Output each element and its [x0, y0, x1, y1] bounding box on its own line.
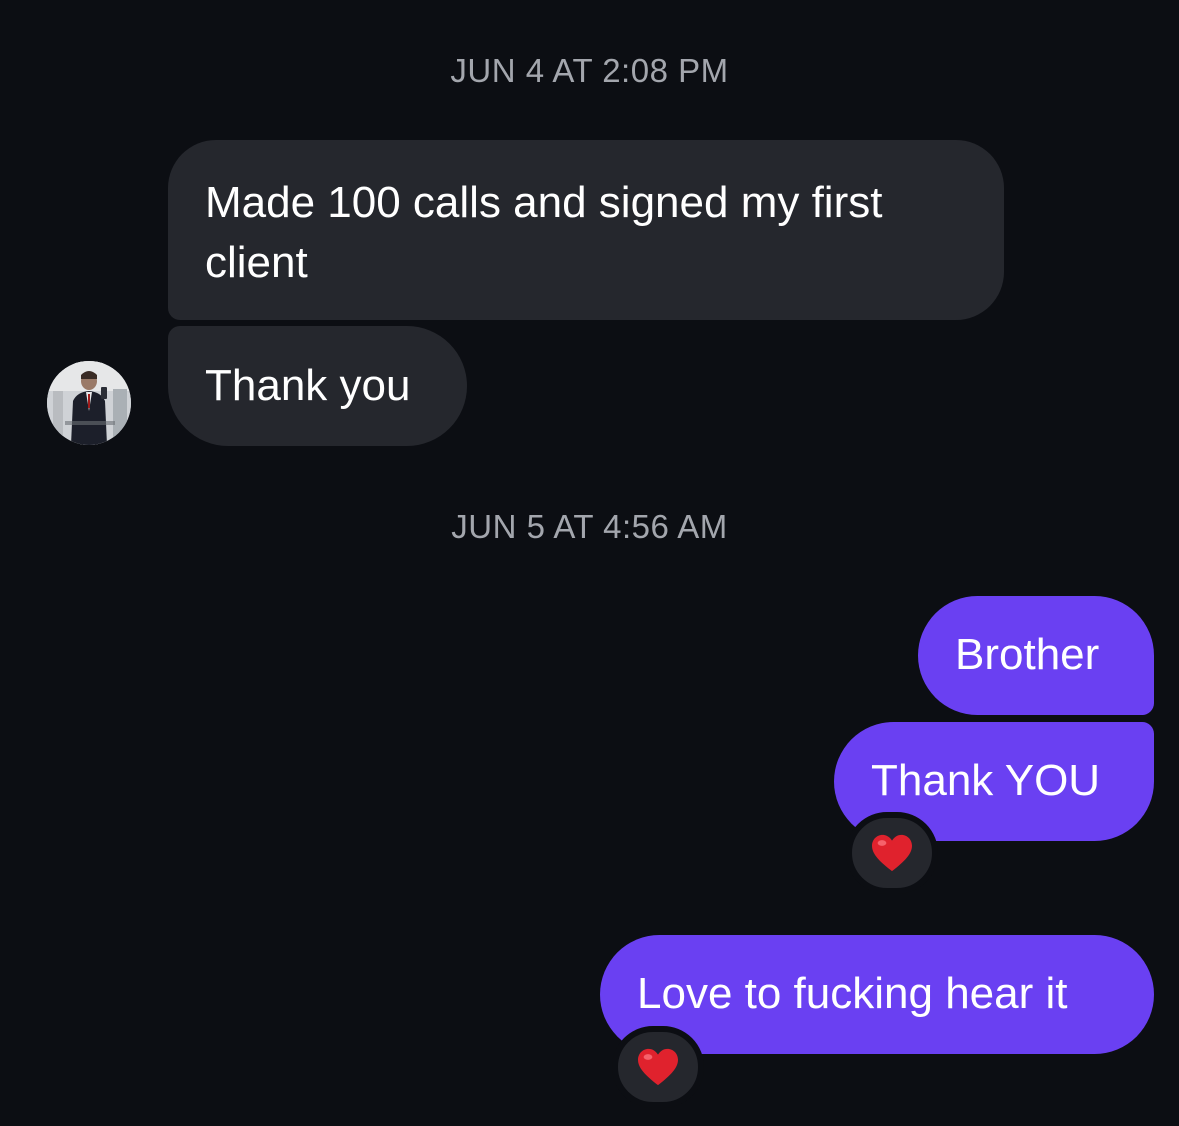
message-text: Brother [955, 630, 1100, 679]
message-text: Made 100 calls and signed my first clien… [205, 178, 883, 287]
message-text: Thank you [205, 361, 411, 410]
message-text: Thank YOU [871, 756, 1101, 805]
message-text: Love to fucking hear it [637, 969, 1068, 1018]
reaction-badge[interactable] [612, 1026, 704, 1108]
avatar[interactable] [47, 361, 131, 445]
avatar-photo [47, 361, 131, 445]
timestamp: JUN 5 AT 4:56 AM [451, 508, 728, 545]
heart-icon [638, 1048, 678, 1086]
reaction-badge[interactable] [846, 812, 938, 894]
heart-icon [872, 834, 912, 872]
message-bubble-incoming[interactable]: Thank you [168, 326, 467, 446]
timestamp: JUN 4 AT 2:08 PM [450, 52, 729, 89]
message-bubble-incoming[interactable]: Made 100 calls and signed my first clien… [168, 140, 1004, 320]
message-bubble-outgoing[interactable]: Brother [918, 596, 1154, 715]
